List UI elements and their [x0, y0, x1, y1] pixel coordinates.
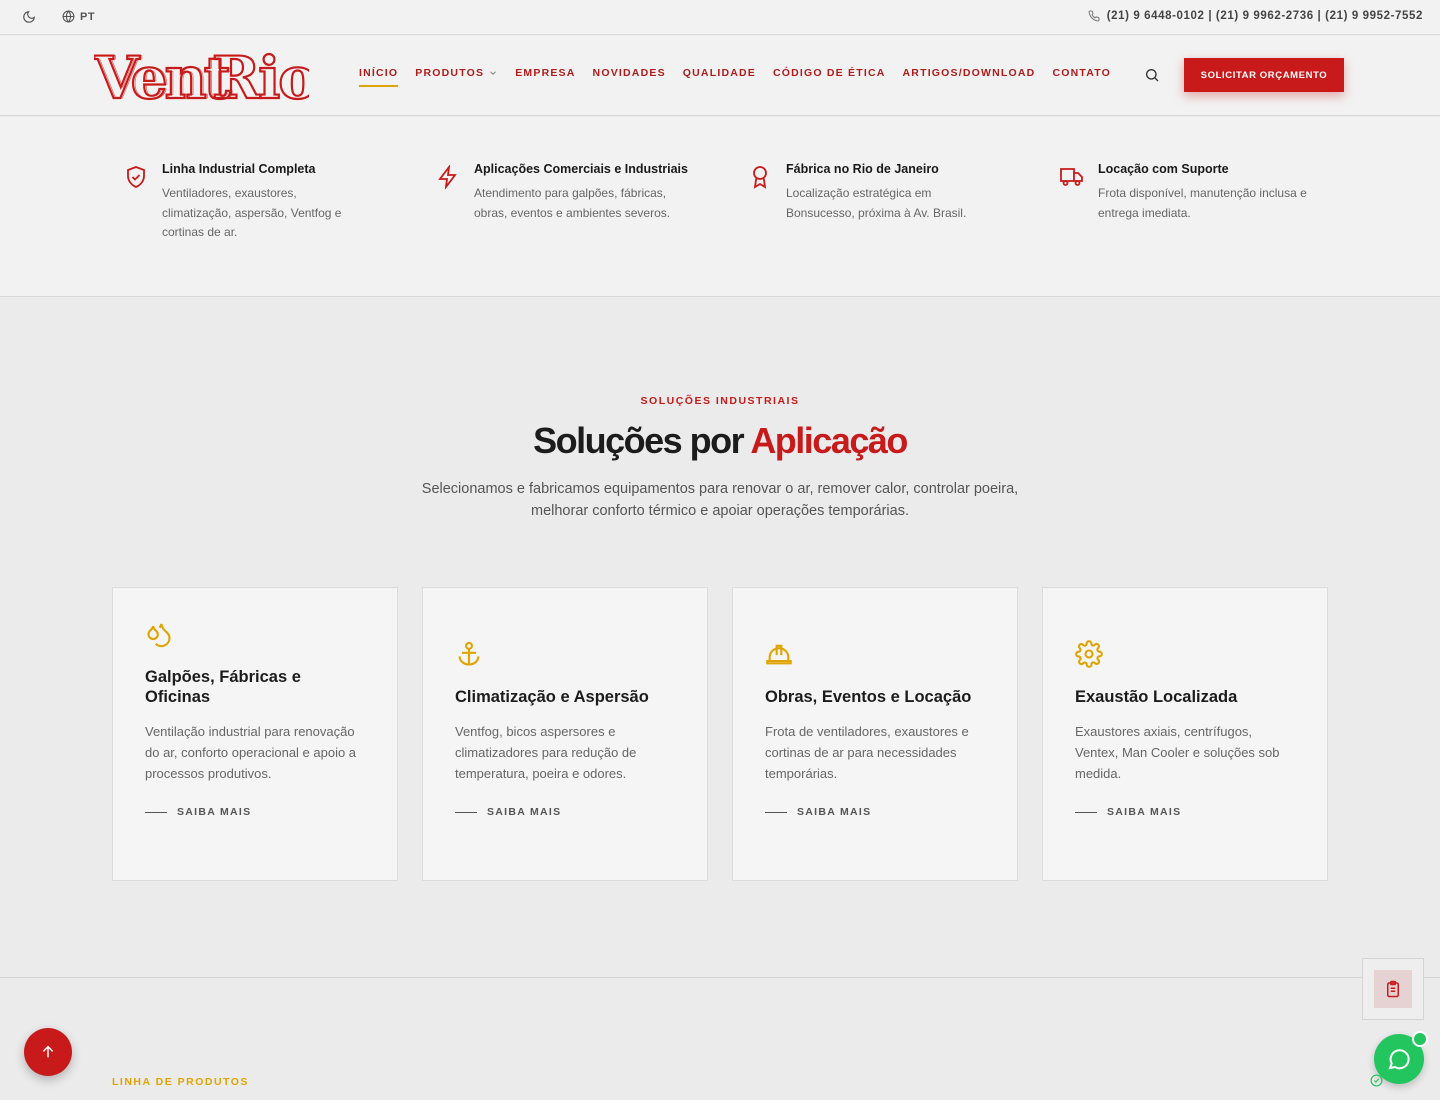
- online-status-dot: [1412, 1031, 1428, 1047]
- phone-icon: [1088, 10, 1100, 22]
- feature-text: Ventiladores, exaustores, climatização, …: [162, 186, 342, 239]
- link-line: [455, 811, 477, 813]
- moon-icon[interactable]: [22, 10, 36, 24]
- main-nav: INÍCIO PRODUTOS EMPRESA NOVIDADES QUALID…: [359, 67, 1128, 87]
- phone-list: (21) 9 6448-0102 | (21) 9 9962-2736 | (2…: [1106, 10, 1423, 22]
- solution-card[interactable]: Exaustão Localizada Exaustores axiais, c…: [1042, 587, 1328, 881]
- feature-item: Fábrica no Rio de Janeiro Localização est…: [748, 162, 1008, 223]
- back-to-top-button[interactable]: [24, 1028, 72, 1076]
- feature-item: Locação com Suporte Frota disponível, man…: [1060, 162, 1320, 223]
- solution-card[interactable]: Galpões, Fábricas e Oficinas Ventilação …: [112, 587, 398, 881]
- truck-icon: [1060, 168, 1083, 186]
- link-line: [1075, 811, 1097, 813]
- card-title: Galpões, Fábricas e Oficinas: [145, 668, 301, 706]
- learn-more-link[interactable]: SAIBA MAIS: [1075, 806, 1295, 818]
- arrow-up-icon: [42, 1045, 54, 1058]
- section-divider: [0, 977, 1440, 978]
- lightning-icon: [438, 165, 457, 189]
- link-line: [145, 811, 167, 813]
- language-label: PT: [80, 10, 96, 23]
- card-text: Ventfog, bicos aspersores e climatizador…: [455, 724, 637, 781]
- request-quote-button[interactable]: SOLICITAR ORÇAMENTO: [1184, 58, 1344, 92]
- clipboard-icon: [1387, 980, 1399, 998]
- feature-text: Frota disponível, manutenção inclusa e e…: [1098, 186, 1307, 220]
- chat-bubble-icon: [1388, 1049, 1410, 1070]
- top-bar: PT (21) 9 6448-0102 | (21) 9 9962-2736 |…: [0, 0, 1440, 35]
- droplets-icon: [147, 623, 171, 648]
- nav-inicio[interactable]: INÍCIO: [359, 67, 399, 87]
- anchor-icon: [458, 641, 480, 666]
- link-line: [765, 811, 787, 813]
- feature-text: Atendimento para galpões, fábricas, obra…: [474, 186, 671, 220]
- quote-float-button[interactable]: [1362, 958, 1424, 1020]
- feature-title: Aplicações Comerciais e Industriais: [474, 162, 688, 176]
- feature-item: Aplicações Comerciais e Industriais Atend…: [436, 162, 696, 223]
- nav-artigos-download[interactable]: ARTIGOS/DOWNLOAD: [903, 67, 1036, 85]
- nav-produtos[interactable]: PRODUTOS: [415, 67, 498, 85]
- card-title: Exaustão Localizada: [1075, 688, 1238, 706]
- feature-title: Fábrica no Rio de Janeiro: [786, 162, 939, 176]
- gear-icon: [1075, 640, 1103, 668]
- card-text: Exaustores axiais, centrífugos, Ventex, …: [1075, 724, 1280, 781]
- learn-more-link[interactable]: SAIBA MAIS: [145, 806, 365, 818]
- feature-title: Linha Industrial Completa: [162, 162, 316, 176]
- check-circle-icon: [1370, 1074, 1383, 1087]
- vent-rio-logo[interactable]: Vent Rio Vent: [94, 46, 309, 106]
- feature-item: Linha Industrial Completa Ventiladores, e…: [124, 162, 384, 243]
- chevron-down-icon: [490, 71, 497, 75]
- phone-numbers[interactable]: (21) 9 6448-0102 | (21) 9 9962-2736 | (2…: [1088, 10, 1423, 22]
- card-title: Climatização e Aspersão: [455, 688, 649, 706]
- card-text: Frota de ventiladores, exaustores e cort…: [765, 724, 969, 781]
- products-eyebrow: LINHA DE PRODUTOS: [112, 1076, 249, 1088]
- hard-hat-icon: [766, 644, 792, 665]
- quote-float-inner: [1374, 970, 1412, 1008]
- nav-novidades[interactable]: NOVIDADES: [593, 67, 666, 85]
- nav-qualidade[interactable]: QUALIDADE: [683, 67, 756, 85]
- learn-more-link[interactable]: SAIBA MAIS: [455, 806, 675, 818]
- section-title: Soluções por Aplicação: [533, 420, 908, 461]
- nav-empresa[interactable]: EMPRESA: [515, 67, 575, 85]
- svg-text:Vent: Vent: [95, 46, 233, 106]
- search-icon[interactable]: [1144, 67, 1160, 83]
- main-header: Vent Rio Vent INÍCIO PRODUTOS EMPRESA NO…: [0, 36, 1440, 116]
- solution-card[interactable]: Obras, Eventos e Locação Frota de ventil…: [732, 587, 1018, 881]
- feature-title: Locação com Suporte: [1098, 162, 1229, 176]
- shield-check-icon: [127, 166, 145, 188]
- section-subtitle: Selecionamos e fabricamos equipamentos p…: [421, 481, 1019, 519]
- solution-card[interactable]: Climatização e Aspersão Ventfog, bicos a…: [422, 587, 708, 881]
- feature-text: Localização estratégica em Bonsucesso, p…: [786, 186, 967, 220]
- nav-codigo-de-etica[interactable]: CÓDIGO DE ÉTICA: [773, 67, 886, 85]
- award-icon: [753, 166, 767, 189]
- learn-more-link[interactable]: SAIBA MAIS: [765, 806, 985, 818]
- features-strip: Linha Industrial Completa Ventiladores, e…: [0, 117, 1440, 297]
- language-selector[interactable]: PT: [62, 10, 95, 23]
- globe-icon: [62, 10, 75, 23]
- card-title: Obras, Eventos e Locação: [765, 688, 972, 706]
- section-eyebrow: SOLUÇÕES INDUSTRIAIS: [640, 395, 800, 407]
- card-text: Ventilação industrial para renovação do …: [145, 724, 357, 781]
- nav-contato[interactable]: CONTATO: [1052, 67, 1111, 85]
